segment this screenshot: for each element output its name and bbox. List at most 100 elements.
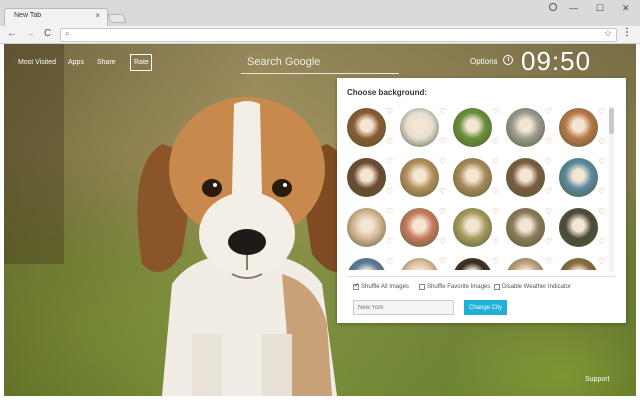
favorite-heart-icon[interactable]: ♡ [439,208,446,216]
tab-strip: New Tab × — ☐ ✕ [0,0,640,26]
shuffle-favorite-label: Shuffle Favorite Images [427,284,491,290]
favorite-heart-icon[interactable]: ♡ [492,208,499,216]
thumbnail-grid: ♡♡♡♡♡♡♡♡♡♡♡♡♡♡♡♡♡♡♡♡♡♡♡♡♡♡♡♡♡♡♡♡♡♡♡♡♡♡♡♡ [347,108,607,270]
favorite-heart-icon[interactable]: ♡ [598,208,605,216]
scrollbar-thumb[interactable] [609,108,614,134]
change-city-button[interactable]: Change City [464,300,507,315]
minimize-icon[interactable]: — [569,3,578,13]
panel-divider [347,276,615,277]
tab-close-icon[interactable]: × [95,11,100,20]
favorite-heart-icon[interactable]: ♡ [386,138,393,146]
panel-scrollbar[interactable] [609,106,614,272]
favorite-heart-icon[interactable]: ♡ [545,238,552,246]
dog-photo [137,97,357,396]
background-thumbnail[interactable] [347,108,386,147]
background-chooser-panel: Choose background: ♡ ♡ ♡ ♡ ♡ ♡ ♡ ♡ ♡ ♡ ♡ ♡ ♡ ♡ ♡ ♡ ♡ ♡ ♡ ♡ ♡… [337,78,626,323]
favorite-heart-icon[interactable]: ♡ [598,238,605,246]
favorite-heart-icon[interactable]: ♡ [386,208,393,216]
favorite-heart-icon[interactable]: ♡ [545,258,552,266]
favorite-heart-icon[interactable]: ♡ [439,238,446,246]
maximize-icon[interactable]: ☐ [596,3,604,14]
rate-label: Rate [134,59,149,66]
tab-title: New Tab [14,12,42,19]
favorite-heart-icon[interactable]: ♡ [545,208,552,216]
disable-weather-checkbox[interactable] [494,284,500,290]
favorite-heart-icon[interactable]: ♡ [386,258,393,266]
background-thumbnail[interactable] [400,208,439,247]
shuffle-favorite-checkbox[interactable] [419,284,425,290]
background-thumbnail[interactable] [559,258,598,270]
browser-toolbar: ← → C ⌕ ☆ ⋮ [0,26,640,44]
shuffle-all-checkbox[interactable] [353,282,359,290]
favorite-heart-icon[interactable]: ♡ [598,158,605,166]
favorite-heart-icon[interactable]: ♡ [598,188,605,196]
favorite-heart-icon[interactable]: ♡ [492,188,499,196]
tab-new-tab[interactable]: New Tab × [4,8,108,26]
favorite-heart-icon[interactable]: ♡ [545,138,552,146]
most-visited-link[interactable]: Most Visited [18,59,56,66]
favorite-heart-icon[interactable]: ♡ [545,188,552,196]
rate-button[interactable]: Rate [130,54,152,71]
favorite-heart-icon[interactable]: ♡ [598,108,605,116]
favorite-heart-icon[interactable]: ♡ [598,258,605,266]
search-box [241,52,399,74]
options-link[interactable]: Options [470,57,498,66]
clock-icon[interactable] [503,55,513,65]
background-thumbnail[interactable] [559,158,598,197]
reload-icon[interactable]: C [44,28,51,39]
new-tab-button[interactable] [107,14,127,23]
favorite-heart-icon[interactable]: ♡ [386,188,393,196]
background-thumbnail[interactable] [559,208,598,247]
favorite-heart-icon[interactable]: ♡ [439,158,446,166]
search-input[interactable] [241,52,399,72]
background-thumbnail[interactable] [506,208,545,247]
address-bar[interactable]: ⌕ ☆ [60,28,617,42]
city-input[interactable] [353,300,454,315]
back-icon[interactable]: ← [7,28,17,39]
shuffle-all-option[interactable]: Shuffle All Images [353,282,409,290]
background-thumbnail[interactable] [400,108,439,147]
background-thumbnail[interactable] [347,208,386,247]
favorite-heart-icon[interactable]: ♡ [386,108,393,116]
favorite-heart-icon[interactable]: ♡ [545,108,552,116]
background-thumbnail[interactable] [506,158,545,197]
disable-weather-option[interactable]: Disable Weather Indicator [494,284,571,290]
favorite-heart-icon[interactable]: ♡ [439,108,446,116]
shuffle-all-label: Shuffle All Images [361,284,409,290]
favorite-heart-icon[interactable]: ♡ [492,108,499,116]
support-link[interactable]: Support [585,376,610,383]
favorite-heart-icon[interactable]: ♡ [439,188,446,196]
browser-menu-icon[interactable]: ⋮ [622,27,632,38]
favorite-heart-icon[interactable]: ♡ [386,158,393,166]
background-thumbnail[interactable] [347,158,386,197]
favorite-heart-icon[interactable]: ♡ [492,158,499,166]
favorite-heart-icon[interactable]: ♡ [492,258,499,266]
favorite-heart-icon[interactable]: ♡ [492,138,499,146]
favorite-heart-icon[interactable]: ♡ [492,238,499,246]
background-thumbnail[interactable] [347,258,386,270]
panel-title: Choose background: [347,88,428,97]
shuffle-favorite-option[interactable]: Shuffle Favorite Images [419,284,490,290]
favorite-heart-icon[interactable]: ♡ [439,258,446,266]
background-thumbnail[interactable] [506,258,545,270]
forward-icon[interactable]: → [25,28,35,39]
profile-icon[interactable] [549,3,557,11]
background-thumbnail[interactable] [400,158,439,197]
background-thumbnail[interactable] [453,258,492,270]
favorite-heart-icon[interactable]: ♡ [439,138,446,146]
background-thumbnail[interactable] [506,108,545,147]
clock-display: 09:50 [521,46,592,76]
window-close-icon[interactable]: ✕ [622,3,630,14]
apps-link[interactable]: Apps [68,59,84,66]
background-thumbnail[interactable] [453,108,492,147]
background-thumbnail[interactable] [559,108,598,147]
background-thumbnail[interactable] [400,258,439,270]
share-link[interactable]: Share [97,59,116,66]
background-thumbnail[interactable] [453,158,492,197]
background-thumbnail[interactable] [453,208,492,247]
favorite-heart-icon[interactable]: ♡ [598,138,605,146]
favorite-heart-icon[interactable]: ♡ [545,158,552,166]
bookmark-star-icon[interactable]: ☆ [604,28,612,39]
favorite-heart-icon[interactable]: ♡ [386,238,393,246]
search-icon: ⌕ [65,29,70,38]
